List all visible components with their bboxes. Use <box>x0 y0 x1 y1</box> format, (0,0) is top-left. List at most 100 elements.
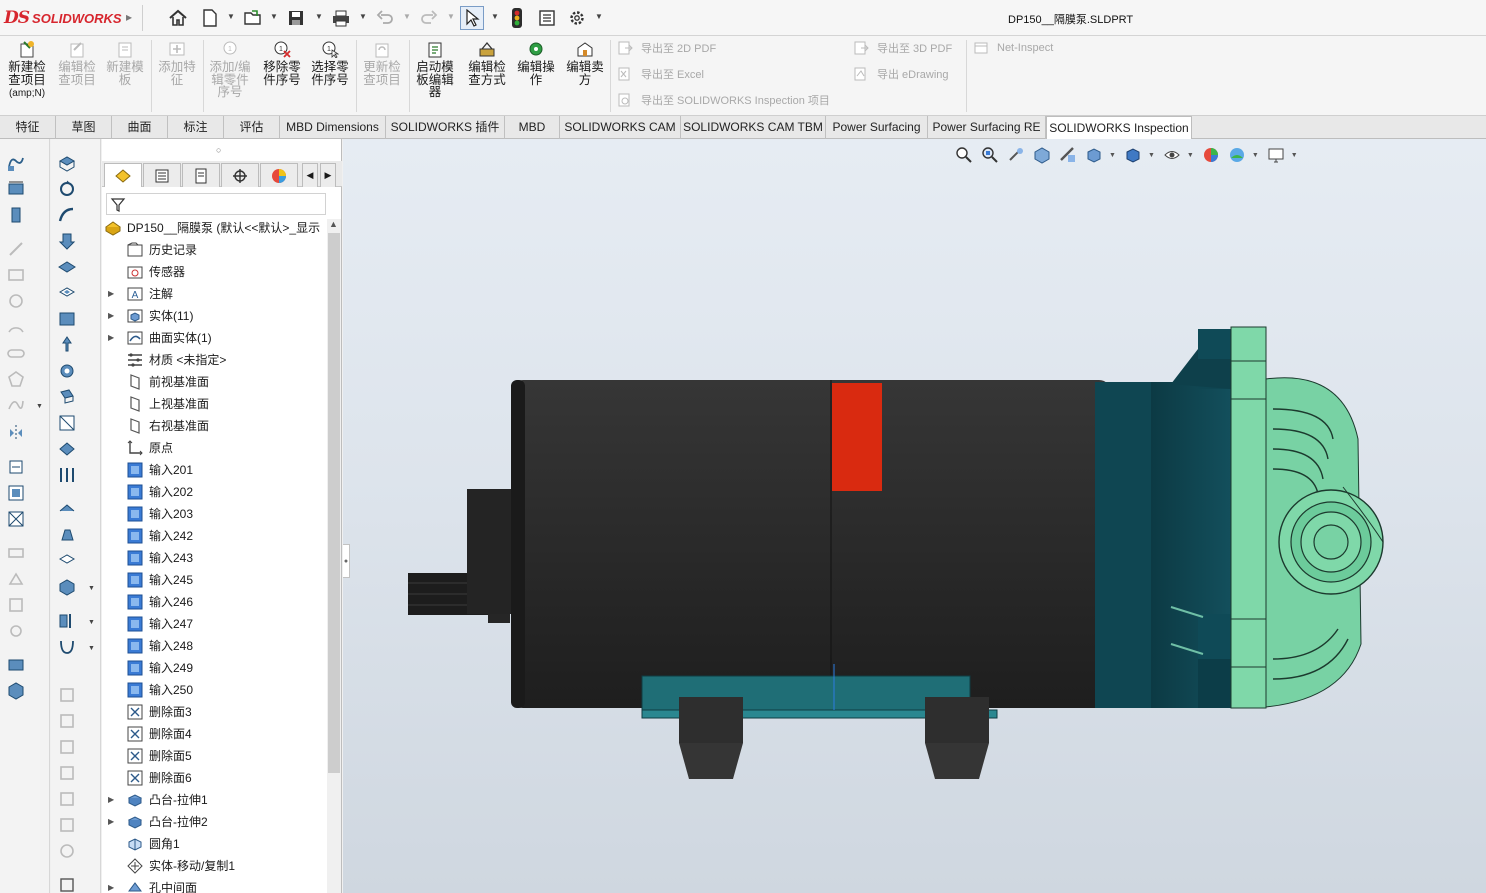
tab-solidworks-cam-tbm[interactable]: SOLIDWORKS CAM TBM <box>681 116 826 139</box>
line-icon[interactable] <box>6 239 26 259</box>
add-characteristic-button[interactable]: 添加特征 <box>154 40 200 86</box>
tree-node[interactable]: ▶ 凸台-拉伸2 <box>108 811 208 833</box>
offset-icon[interactable] <box>6 483 26 503</box>
smart-dimension-icon[interactable] <box>6 179 26 199</box>
rib-icon[interactable] <box>57 499 77 519</box>
shell-icon[interactable] <box>57 551 77 571</box>
relations-icon[interactable] <box>6 543 26 563</box>
boundary-boss-icon[interactable] <box>57 257 77 277</box>
select-icon[interactable] <box>460 6 484 30</box>
tree-node[interactable]: 前视基准面 <box>108 371 209 393</box>
tab-mbd[interactable]: MBD <box>505 116 560 139</box>
tree-root-part[interactable]: DP150__隔膜泵 (默认<<默认>_显示 <box>104 217 320 239</box>
display-manager-tab-icon[interactable] <box>260 163 298 187</box>
linear-pattern-icon[interactable] <box>57 465 77 485</box>
mirror-icon[interactable] <box>6 423 26 443</box>
panel-grip-icon[interactable]: ○ <box>216 145 221 155</box>
tree-node[interactable]: 输入247 <box>108 613 193 635</box>
draft-icon[interactable] <box>57 525 77 545</box>
shaded-sketch-icon[interactable] <box>6 681 26 701</box>
tab-sketch[interactable]: 草图 <box>56 116 112 139</box>
export-2d-pdf-button[interactable]: 导出至 2D PDF <box>617 40 716 56</box>
pump-model-3d[interactable] <box>343 139 1486 893</box>
boundary-cut-icon[interactable] <box>57 413 77 433</box>
spline-icon[interactable] <box>6 395 26 415</box>
dimxpert-manager-tab-icon[interactable] <box>221 163 259 187</box>
edit-inspection-project-button[interactable]: 编辑检查项目 <box>54 40 100 86</box>
tree-node[interactable]: ▶ 实体(11) <box>108 305 193 327</box>
tree-node[interactable]: 输入243 <box>108 547 193 569</box>
tree-node[interactable]: 输入248 <box>108 635 193 657</box>
curves-icon[interactable] <box>57 637 77 657</box>
slot-icon[interactable] <box>6 343 26 363</box>
swept-boss-icon[interactable] <box>57 205 77 225</box>
export-excel-button[interactable]: 导出至 Excel <box>617 66 704 82</box>
tree-scrollbar[interactable]: ▲ <box>327 219 341 893</box>
feature-filter[interactable] <box>106 193 326 215</box>
rapid-sketch-icon[interactable] <box>6 621 26 641</box>
extruded-boss-icon[interactable] <box>57 153 77 173</box>
tab-scroll-left-icon[interactable]: ◀ <box>302 163 318 187</box>
extruded-cut-icon[interactable] <box>57 283 77 303</box>
combine-icon[interactable] <box>57 737 77 757</box>
instant3d-icon[interactable] <box>57 685 77 705</box>
tab-features[interactable]: 特征 <box>0 116 56 139</box>
file-properties-icon[interactable] <box>535 6 559 30</box>
instant2d-icon[interactable] <box>6 655 26 675</box>
edit-inspection-method-button[interactable]: 编辑检查方式 <box>464 40 510 86</box>
trim-icon[interactable] <box>6 457 26 477</box>
solidworks-logo[interactable]: DS SOLIDWORKS <box>4 7 122 29</box>
revolved-cut-icon[interactable] <box>57 335 77 355</box>
tree-node[interactable]: ▶ 孔中间面 <box>108 877 197 893</box>
delete-face-tool-icon[interactable] <box>57 815 77 835</box>
export-inspection-project-button[interactable]: 导出至 SOLIDWORKS Inspection 项目 <box>617 92 830 108</box>
open-icon[interactable] <box>241 6 265 30</box>
sketch-icon[interactable] <box>6 153 26 173</box>
tree-node[interactable]: ▶ 凸台-拉伸1 <box>108 789 208 811</box>
convert-icon[interactable] <box>6 509 26 529</box>
tree-node[interactable]: 原点 <box>108 437 173 459</box>
wrap-icon[interactable] <box>57 577 77 597</box>
more-tools-icon[interactable] <box>57 875 77 893</box>
intersect-icon[interactable] <box>57 711 77 731</box>
circle-icon[interactable] <box>6 291 26 311</box>
scroll-up-icon[interactable]: ▲ <box>329 219 338 229</box>
split-icon[interactable] <box>57 763 77 783</box>
tree-node[interactable]: 输入246 <box>108 591 193 613</box>
reference-geometry-icon[interactable] <box>57 611 77 631</box>
export-3d-pdf-button[interactable]: 导出至 3D PDF <box>853 40 952 56</box>
menu-expand-icon[interactable]: ▸ <box>126 10 132 24</box>
options-gear-icon[interactable] <box>565 6 589 30</box>
tree-node[interactable]: 输入202 <box>108 481 193 503</box>
expand-arrow-icon[interactable]: ▶ <box>108 327 118 349</box>
quick-snaps-icon[interactable] <box>6 595 26 615</box>
edit-operation-button[interactable]: 编辑操作 <box>513 40 559 86</box>
tab-evaluate[interactable]: 评估 <box>224 116 280 139</box>
arc-icon[interactable] <box>6 317 26 337</box>
tab-power-surfacing[interactable]: Power Surfacing <box>826 116 928 139</box>
redo-icon[interactable] <box>417 6 441 30</box>
tree-node[interactable]: ▶ A 注解 <box>108 283 173 305</box>
tree-node[interactable]: 传感器 <box>108 261 185 283</box>
tree-node[interactable]: 材质 <未指定> <box>108 349 226 371</box>
rectangle-icon[interactable] <box>6 265 26 285</box>
home-icon[interactable] <box>166 6 190 30</box>
fillet-icon[interactable] <box>57 439 77 459</box>
tab-solidworks-inspection[interactable]: SOLIDWORKS Inspection <box>1046 116 1192 140</box>
tree-node[interactable]: 历史记录 <box>108 239 197 261</box>
tab-solidworks-cam[interactable]: SOLIDWORKS CAM <box>560 116 681 139</box>
new-inspection-project-button[interactable]: 新建检查项目 (amp;N) <box>4 40 50 101</box>
undo-icon[interactable] <box>373 6 397 30</box>
dome-icon[interactable] <box>57 841 77 861</box>
tree-node[interactable]: 输入242 <box>108 525 193 547</box>
expand-arrow-icon[interactable]: ▶ <box>108 283 118 305</box>
launch-template-editor-button[interactable]: 启动模板编辑器 <box>412 40 458 99</box>
tree-node[interactable]: 实体-移动/复制1 <box>108 855 235 877</box>
tree-node[interactable]: 删除面6 <box>108 767 192 789</box>
expand-arrow-icon[interactable]: ▶ <box>108 789 118 811</box>
lofted-cut-icon[interactable] <box>57 387 77 407</box>
remove-balloon-button[interactable]: 1 移除零件序号 <box>259 40 305 86</box>
tree-node[interactable]: 上视基准面 <box>108 393 209 415</box>
select-balloon-button[interactable]: 1 选择零件序号 <box>307 40 353 86</box>
expand-arrow-icon[interactable]: ▶ <box>108 811 118 833</box>
